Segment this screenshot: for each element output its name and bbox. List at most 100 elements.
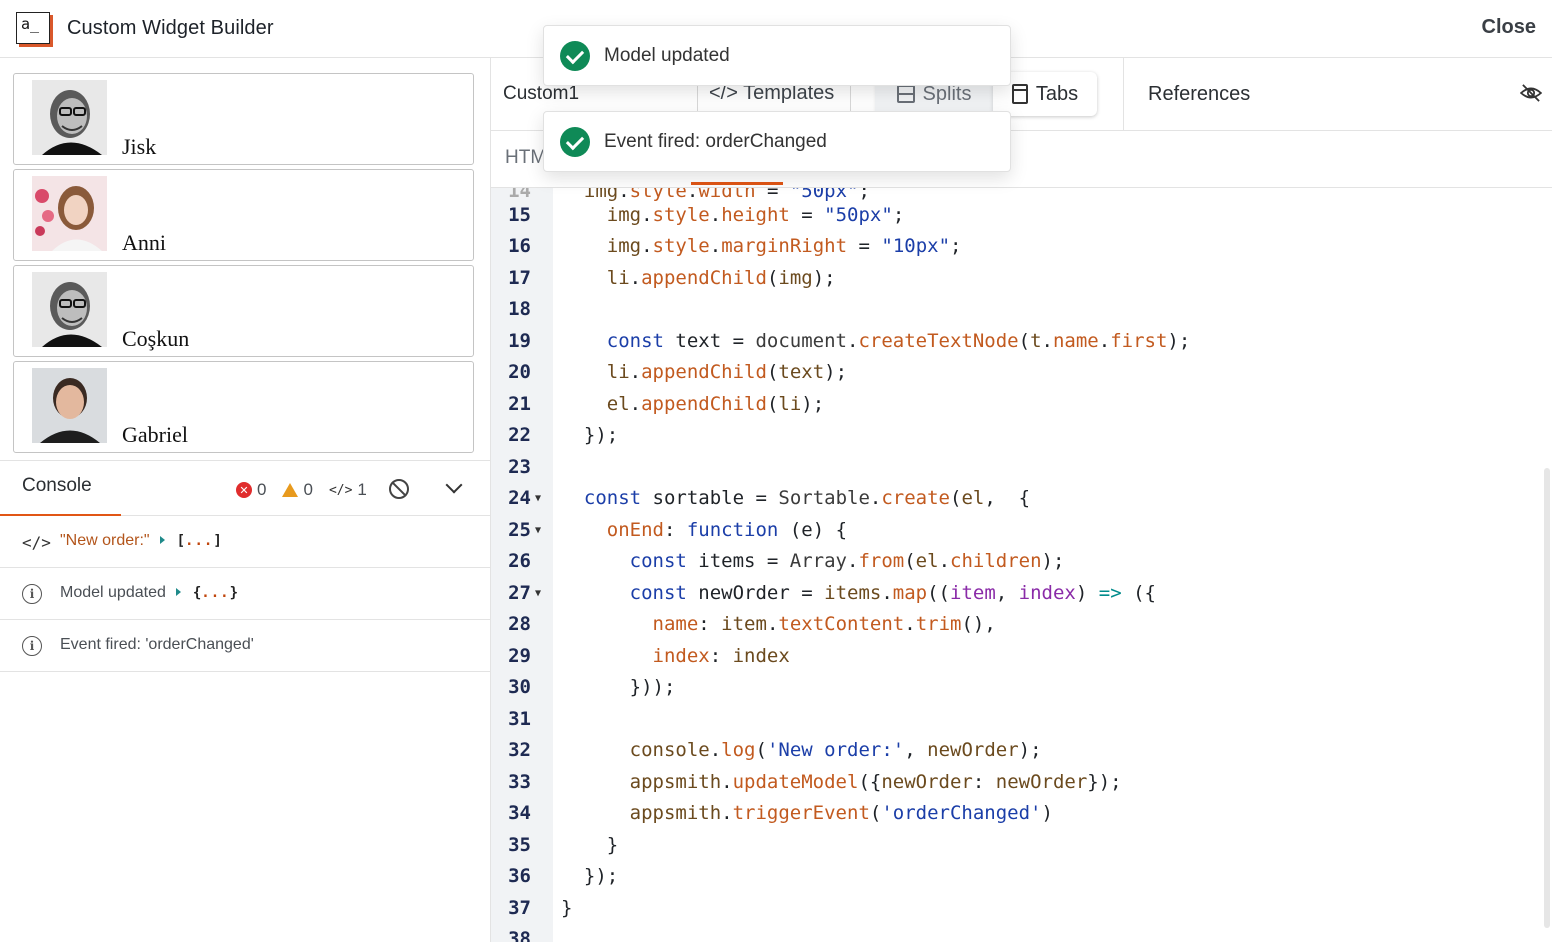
line-number: 36	[508, 865, 531, 887]
error-count[interactable]: ✕ 0	[236, 480, 266, 500]
code-text: const text = document.createTextNode(t.n…	[606, 330, 1191, 352]
code-text: index: index	[652, 645, 790, 667]
line-number: 26	[508, 550, 531, 572]
clear-console-icon[interactable]	[389, 479, 409, 499]
error-count-value: 0	[257, 480, 267, 499]
code-text: }));	[561, 676, 676, 698]
person-name: Coşkun	[122, 326, 190, 351]
expand-caret-icon[interactable]	[159, 535, 165, 544]
line-number: 24	[508, 487, 531, 509]
avatar	[32, 368, 107, 443]
person-card[interactable]: Anni	[13, 169, 474, 261]
line-number: 37	[508, 897, 531, 919]
code-line: 18	[491, 294, 1552, 325]
left-panel: Jisk Anni Coşkun Gabriel Console ✕0 0 <	[0, 58, 491, 942]
code-line: 16 img.style.marginRight = "10px";	[491, 231, 1552, 262]
code-text: }	[561, 834, 619, 856]
log-value: [...]	[176, 533, 222, 549]
fold-arrow-icon[interactable]: ▼	[535, 483, 541, 514]
log-message: "New order:"	[60, 532, 150, 549]
warning-count-value: 0	[303, 480, 313, 499]
line-number: 23	[508, 456, 531, 478]
close-button[interactable]: Close	[1482, 16, 1536, 39]
code-line: 35 }	[491, 830, 1552, 861]
code-line: 28 name: item.textContent.trim(),	[491, 609, 1552, 640]
error-icon: ✕	[236, 482, 252, 498]
person-card[interactable]: Gabriel	[13, 361, 474, 453]
console-entry[interactable]: </> "New order:" [...]	[0, 516, 490, 568]
code-line: 25 ▼ onEnd: function (e) {	[491, 515, 1552, 546]
avatar	[32, 272, 107, 347]
person-name: Anni	[122, 230, 166, 255]
console-counts: ✕ 0 0 </> 1	[236, 480, 375, 500]
tab-html[interactable]: HTM	[505, 147, 546, 169]
line-number: 38	[508, 928, 531, 942]
person-card[interactable]: Coşkun	[13, 265, 474, 357]
code-line: 31	[491, 704, 1552, 735]
code-icon: </>	[22, 533, 51, 552]
code-text: const sortable = Sortable.create(el, {	[583, 487, 1031, 509]
toast-notification: Model updated	[543, 25, 1011, 86]
code-line: 34 appsmith.triggerEvent('orderChanged')	[491, 798, 1552, 829]
code-line: 22 });	[491, 420, 1552, 451]
code-text: appsmith.triggerEvent('orderChanged')	[629, 802, 1053, 824]
references-title: References	[1148, 83, 1251, 105]
code-line: 29 index: index	[491, 641, 1552, 672]
code-text: console.log('New order:', newOrder);	[629, 739, 1042, 761]
fold-arrow-icon[interactable]: ▼	[535, 515, 541, 546]
line-number: 29	[508, 645, 531, 667]
code-editor[interactable]: 14 img.style.width = "50px"; 15 img.styl…	[491, 188, 1552, 942]
line-number: 33	[508, 771, 531, 793]
app-title: Custom Widget Builder	[67, 17, 274, 39]
info-icon-wrap: i	[22, 636, 44, 658]
tab-console[interactable]: Console	[22, 475, 92, 497]
line-number: 19	[508, 330, 531, 352]
line-number: 31	[508, 708, 531, 730]
console-entry[interactable]: i Event fired: 'orderChanged'	[0, 620, 490, 672]
code-line: 23	[491, 452, 1552, 483]
line-number: 30	[508, 676, 531, 698]
line-number: 25	[508, 519, 531, 541]
toast-message: Model updated	[604, 45, 730, 66]
code-text: const newOrder = items.map((item, index)…	[629, 582, 1156, 604]
chevron-down-icon[interactable]	[445, 476, 463, 494]
code-text: }	[561, 897, 573, 919]
eye-off-icon[interactable]	[1520, 84, 1542, 102]
code-line: 36 });	[491, 861, 1552, 892]
widget-name[interactable]: Custom1	[503, 83, 579, 105]
log-value: {...}	[192, 585, 239, 601]
code-line: 38	[491, 924, 1552, 942]
warning-icon	[282, 483, 299, 497]
code-text: img.style.height = "50px";	[606, 204, 905, 226]
avatar	[32, 176, 107, 251]
code-line: 33 appsmith.updateModel({newOrder: newOr…	[491, 767, 1552, 798]
log-count[interactable]: </> 1	[329, 480, 367, 500]
active-tab-indicator	[691, 182, 783, 185]
code-text: onEnd: function (e) {	[606, 519, 848, 541]
code-text: });	[561, 424, 619, 446]
console-toolbar: Console ✕ 0 0 </> 1	[0, 460, 490, 516]
person-name: Jisk	[122, 134, 157, 159]
person-name: Gabriel	[122, 422, 188, 447]
code-line: 20 li.appendChild(text);	[491, 357, 1552, 388]
avatar	[32, 80, 107, 155]
tab-layout-icon	[1011, 84, 1028, 104]
code-line: 17 li.appendChild(img);	[491, 263, 1552, 294]
code-line: 30 }));	[491, 672, 1552, 703]
code-text: name: item.textContent.trim(),	[652, 613, 996, 635]
code-line: 24 ▼ const sortable = Sortable.create(el,…	[491, 483, 1552, 514]
editor-scrollbar[interactable]	[1544, 468, 1550, 928]
fold-arrow-icon[interactable]: ▼	[535, 578, 541, 609]
log-message: Event fired: 'orderChanged'	[60, 636, 254, 653]
warning-count[interactable]: 0	[282, 480, 313, 500]
person-card[interactable]: Jisk	[13, 73, 474, 165]
line-number: 17	[508, 267, 531, 289]
expand-caret-icon[interactable]	[175, 587, 181, 596]
line-number: 35	[508, 834, 531, 856]
app-logo: a_	[16, 12, 50, 44]
code-text: li.appendChild(text);	[606, 361, 848, 383]
code-line: 15 img.style.height = "50px";	[491, 200, 1552, 231]
line-number: 15	[508, 204, 531, 226]
check-circle-icon	[560, 127, 590, 157]
console-entry[interactable]: i Model updated {...}	[0, 568, 490, 620]
